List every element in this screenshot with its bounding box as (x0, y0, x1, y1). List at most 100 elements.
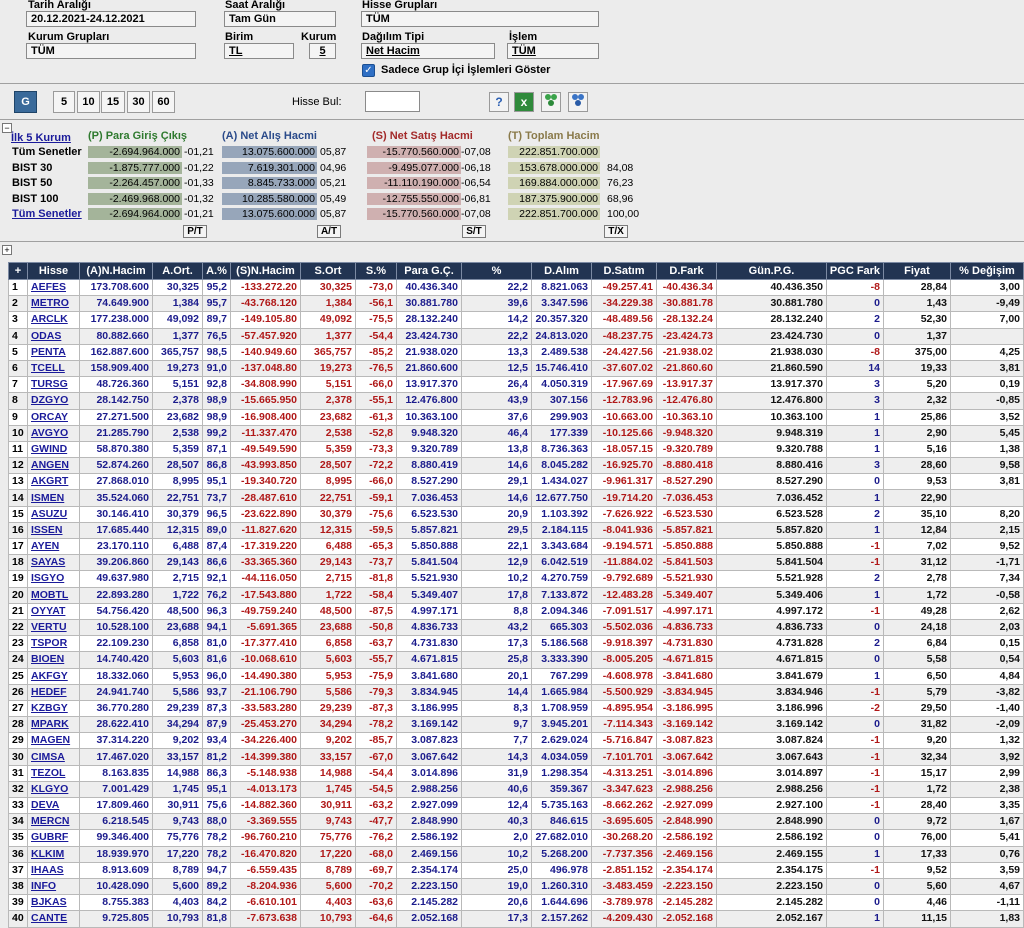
group-blue-icon[interactable] (568, 92, 588, 112)
period-15-button[interactable]: 15 (101, 91, 125, 113)
t-x-button[interactable]: T/X (604, 225, 628, 238)
column-header[interactable]: D.Satım (591, 262, 657, 280)
period-60-button[interactable]: 60 (152, 91, 175, 113)
table-row[interactable]: 36 KLKIM 18.939.970 17,220 78,2 -16.470.820 17… (8, 845, 1024, 863)
table-row[interactable]: 25 AKFGY 18.332.060 5,953 96,0 -14.490.380 5,9… (8, 667, 1024, 685)
help-icon[interactable]: ? (489, 92, 509, 112)
column-header[interactable]: S.Ort (300, 262, 356, 280)
table-row[interactable]: 8 DZGYO 28.142.750 2,378 98,9 -15.665.950 2,37… (8, 392, 1024, 410)
distribution-type-field[interactable]: Net Hacim (361, 43, 495, 59)
table-row[interactable]: 22 VERTU 10.528.100 23,688 94,1 -5.691.365 23,… (8, 618, 1024, 637)
table-row[interactable]: 37 IHAAS 8.913.609 8,789 94,7 -6.559.435 8,789… (8, 861, 1024, 879)
summary-row-name[interactable]: Tüm Senetler (12, 208, 82, 220)
stock-link[interactable]: AKFGY (27, 667, 80, 685)
table-row[interactable]: 31 TEZOL 8.163.835 14,988 86,3 -5.148.938 14,9… (8, 764, 1024, 782)
column-header[interactable]: A.Ort. (152, 262, 203, 280)
time-range-field[interactable]: Tam Gün (224, 11, 336, 27)
table-row[interactable]: 4 ODAS 80.882.660 1,377 76,5 -57.457.920 1,377… (8, 327, 1024, 345)
table-row[interactable]: 24 BIOEN 14.740.420 5,603 81,6 -10.068.610 5,6… (8, 651, 1024, 669)
stock-link[interactable]: MOBTL (27, 586, 80, 604)
stock-link[interactable]: AKGRT (27, 473, 80, 491)
date-range-field[interactable]: 20.12.2021-24.12.2021 (26, 11, 196, 27)
s-t-button[interactable]: S/T (462, 225, 486, 238)
stock-link[interactable]: ANGEN (27, 457, 80, 475)
table-row[interactable]: 29 MAGEN 37.314.220 9,202 93,4 -34.226.400 9,2… (8, 732, 1024, 750)
table-row[interactable]: 12 ANGEN 52.874.260 28,507 86,8 -43.993.850 28… (8, 457, 1024, 475)
table-row[interactable]: 7 TURSG 48.726.360 5,151 92,8 -34.808.990 5,15… (8, 376, 1024, 394)
period-5-button[interactable]: 5 (53, 91, 75, 113)
column-header[interactable]: PGC Fark (826, 262, 884, 280)
stock-link[interactable]: TEZOL (27, 764, 80, 782)
stock-link[interactable]: IHAAS (27, 861, 80, 879)
stock-link[interactable]: ODAS (27, 327, 80, 345)
stock-link[interactable]: KZBGY (27, 699, 80, 718)
table-row[interactable]: 35 GUBRF 99.346.400 75,776 78,2 -96.760.210 75… (8, 829, 1024, 847)
column-header[interactable]: Para G.Ç. (396, 262, 462, 280)
period-30-button[interactable]: 30 (127, 91, 150, 113)
group-green-icon[interactable] (541, 92, 561, 112)
table-row[interactable]: 26 HEDEF 24.941.740 5,586 93,7 -21.106.790 5,5… (8, 683, 1024, 701)
table-row[interactable]: 20 MOBTL 22.893.280 1,722 76,2 -17.543.880 1,7… (8, 586, 1024, 604)
stock-link[interactable]: DZGYO (27, 392, 80, 410)
p-t-button[interactable]: P/T (183, 225, 207, 238)
stock-link[interactable]: PENTA (27, 343, 80, 361)
column-header[interactable]: Hisse (27, 262, 80, 280)
column-header[interactable]: (S)N.Hacim (230, 262, 301, 280)
stock-link[interactable]: KLGYO (27, 780, 80, 799)
stock-link[interactable]: ORCAY (27, 408, 80, 426)
table-row[interactable]: 38 INFO 10.428.090 5,600 89,2 -8.204.936 5,600… (8, 877, 1024, 896)
table-row[interactable]: 3 ARCLK 177.238.000 49,092 89,7 -149.105.80 49… (8, 311, 1024, 329)
stock-groups-field[interactable]: TÜM (361, 11, 599, 27)
table-row[interactable]: 39 BJKAS 8.755.383 4,403 84,2 -6.610.101 4,403… (8, 894, 1024, 912)
stock-link[interactable]: GWIND (27, 440, 80, 459)
column-header[interactable]: % Değişim (950, 262, 1024, 280)
stock-link[interactable]: ISMEN (27, 489, 80, 507)
table-row[interactable]: 2 METRO 74.649.900 1,384 95,7 -43.768.120 1,38… (8, 295, 1024, 313)
stock-link[interactable]: TSPOR (27, 635, 80, 653)
stock-link[interactable]: AEFES (27, 278, 80, 297)
table-row[interactable]: 23 TSPOR 22.109.230 6,858 81,0 -17.377.410 6,8… (8, 635, 1024, 653)
stock-link[interactable]: SAYAS (27, 554, 80, 572)
stock-link[interactable]: BIOEN (27, 651, 80, 669)
stock-link[interactable]: ASUZU (27, 505, 80, 523)
trade-field[interactable]: TÜM (507, 43, 599, 59)
table-row[interactable]: 18 SAYAS 39.206.860 29,143 86,6 -33.365.360 29… (8, 554, 1024, 572)
column-header[interactable]: D.Fark (656, 262, 717, 280)
table-row[interactable]: 33 DEVA 17.809.460 30,911 75,6 -14.882.360 30,… (8, 796, 1024, 815)
institution-count-field[interactable]: 5 (309, 43, 336, 59)
table-row[interactable]: 40 CANTE 9.725.805 10,793 81,8 -7.673.638 10,7… (8, 910, 1024, 928)
stock-link[interactable]: GUBRF (27, 829, 80, 847)
column-header[interactable]: D.Alım (531, 262, 592, 280)
stock-link[interactable]: ISSEN (27, 521, 80, 540)
stock-link[interactable]: INFO (27, 877, 80, 896)
stock-link[interactable]: METRO (27, 295, 80, 313)
stock-link[interactable]: ARCLK (27, 311, 80, 329)
group-only-checkbox[interactable]: ✓ (362, 64, 375, 77)
stock-link[interactable]: VERTU (27, 618, 80, 637)
table-row[interactable]: 17 AYEN 23.170.110 6,488 87,4 -17.319.220 6,48… (8, 537, 1024, 556)
top5-title[interactable]: İlk 5 Kurum (11, 132, 71, 144)
table-row[interactable]: 27 KZBGY 36.770.280 29,239 87,3 -33.583.280 29… (8, 699, 1024, 718)
table-row[interactable]: 19 ISGYO 49.637.980 2,715 92,1 -44.116.050 2,7… (8, 570, 1024, 588)
table-row[interactable]: 13 AKGRT 27.868.010 8,995 95,1 -19.340.720 8,9… (8, 473, 1024, 491)
stock-link[interactable]: AYEN (27, 537, 80, 556)
stock-link[interactable]: ISGYO (27, 570, 80, 588)
stock-link[interactable]: OYYAT (27, 602, 80, 620)
table-row[interactable]: 34 MERCN 6.218.545 9,743 88,0 -3.369.555 9,743… (8, 813, 1024, 831)
unit-field[interactable]: TL (224, 43, 294, 59)
stock-link[interactable]: BJKAS (27, 894, 80, 912)
period-10-button[interactable]: 10 (77, 91, 100, 113)
stock-link[interactable]: CIMSA (27, 748, 80, 766)
expand-icon[interactable]: + (2, 245, 12, 255)
stock-link[interactable]: DEVA (27, 796, 80, 815)
table-row[interactable]: 6 TCELL 158.909.400 19,273 91,0 -137.048.80 19… (8, 359, 1024, 378)
stock-link[interactable]: KLKIM (27, 845, 80, 863)
g-button[interactable]: G (14, 91, 37, 113)
stock-link[interactable]: MERCN (27, 813, 80, 831)
column-header[interactable]: % (461, 262, 532, 280)
column-header[interactable]: Gün.P.G. (716, 262, 827, 280)
table-row[interactable]: 30 CIMSA 17.467.020 33,157 81,2 -14.399.380 33… (8, 748, 1024, 766)
table-row[interactable]: 21 OYYAT 54.756.420 48,500 96,3 -49.759.240 48… (8, 602, 1024, 620)
table-row[interactable]: 11 GWIND 58.870.380 5,359 87,1 -49.549.590 5,3… (8, 440, 1024, 459)
excel-icon[interactable]: x (514, 92, 534, 112)
